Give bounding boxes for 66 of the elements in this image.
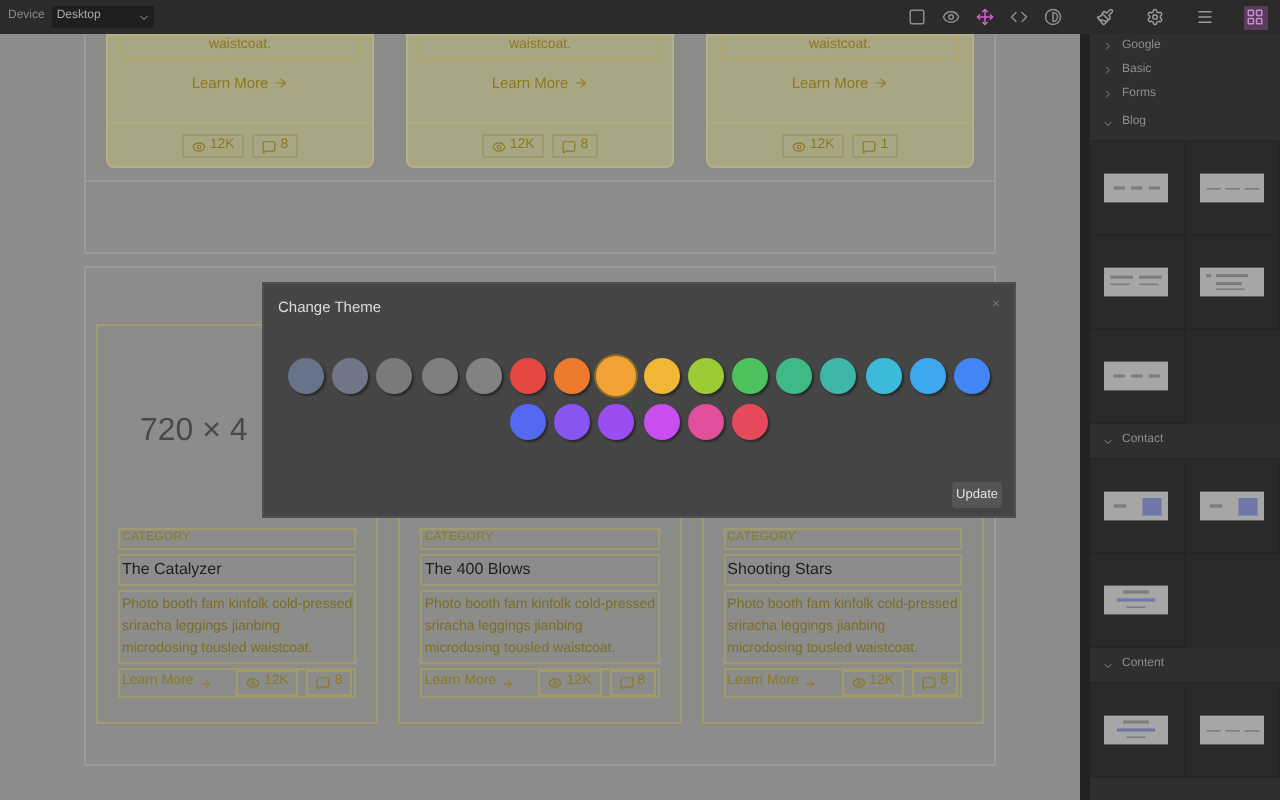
color-swatch[interactable] — [865, 358, 902, 395]
menu-tab[interactable] — [1193, 5, 1217, 29]
color-swatch[interactable] — [643, 358, 680, 395]
image-placeholder-text: 720 × 4 — [140, 412, 248, 453]
grid-tab[interactable] — [1243, 5, 1267, 29]
block-thumbnail[interactable] — [1104, 488, 1169, 524]
color-swatch[interactable] — [598, 404, 635, 441]
arrow-icon — [274, 75, 289, 90]
color-swatch[interactable] — [731, 358, 768, 395]
arrow-icon — [502, 677, 515, 689]
comment-icon — [922, 676, 937, 690]
block-thumbnail[interactable] — [1104, 170, 1169, 206]
block-thumbnail[interactable] — [1104, 264, 1169, 300]
eye-icon — [491, 139, 506, 153]
block-thumbnail[interactable] — [1104, 358, 1169, 394]
fullscreen-button[interactable] — [972, 5, 996, 29]
color-swatch[interactable] — [510, 404, 547, 441]
color-swatch[interactable] — [820, 358, 857, 395]
color-swatch[interactable] — [687, 404, 724, 441]
arrow-icon — [199, 677, 212, 689]
caret-icon — [1102, 435, 1114, 447]
caret-icon — [1102, 659, 1114, 671]
comment-icon — [316, 676, 331, 690]
comment-icon — [862, 139, 877, 153]
arrow-icon — [574, 75, 589, 90]
color-swatch[interactable] — [731, 404, 768, 441]
color-swatch[interactable] — [598, 358, 635, 395]
contrast-button[interactable] — [1040, 5, 1064, 29]
arrow-icon — [804, 677, 817, 689]
arrow-icon — [874, 75, 889, 90]
card-title: Shooting Stars — [723, 554, 962, 587]
eye-icon — [548, 676, 563, 690]
color-swatch[interactable] — [376, 358, 413, 395]
block-thumbnail[interactable] — [1104, 582, 1169, 618]
color-swatch[interactable] — [776, 358, 813, 395]
color-swatch[interactable] — [687, 358, 724, 395]
block-thumbnail[interactable] — [1104, 712, 1169, 748]
comment-icon — [562, 139, 577, 153]
eye-icon — [245, 676, 260, 690]
outline-button[interactable] — [904, 5, 928, 29]
color-swatch[interactable] — [953, 358, 990, 395]
color-swatch[interactable] — [909, 358, 946, 395]
eye-icon — [191, 139, 206, 153]
color-swatch[interactable] — [510, 358, 547, 395]
block-thumbnail[interactable] — [1199, 264, 1264, 300]
block-thumbnail[interactable] — [1199, 488, 1264, 524]
block-thumbnail[interactable] — [1199, 712, 1264, 748]
color-swatch[interactable] — [554, 404, 591, 441]
caret-icon — [138, 11, 151, 23]
card-title: The 400 Blows — [420, 554, 660, 587]
color-swatch[interactable] — [465, 358, 502, 395]
comment-icon — [262, 139, 277, 153]
color-swatch[interactable] — [554, 358, 591, 395]
caret-icon — [1102, 117, 1114, 129]
block-thumbnail[interactable] — [1199, 170, 1264, 206]
card-title: The Catalyzer — [118, 554, 357, 587]
comment-icon — [619, 676, 634, 690]
eye-icon — [791, 139, 806, 153]
color-swatch[interactable] — [421, 358, 458, 395]
preview-button[interactable] — [938, 5, 962, 29]
color-swatch[interactable] — [643, 404, 680, 441]
eye-icon — [851, 676, 866, 690]
brush-tab[interactable] — [1093, 5, 1117, 29]
settings-tab[interactable] — [1143, 5, 1167, 29]
color-swatch[interactable] — [332, 358, 369, 395]
color-swatch[interactable] — [288, 358, 325, 395]
